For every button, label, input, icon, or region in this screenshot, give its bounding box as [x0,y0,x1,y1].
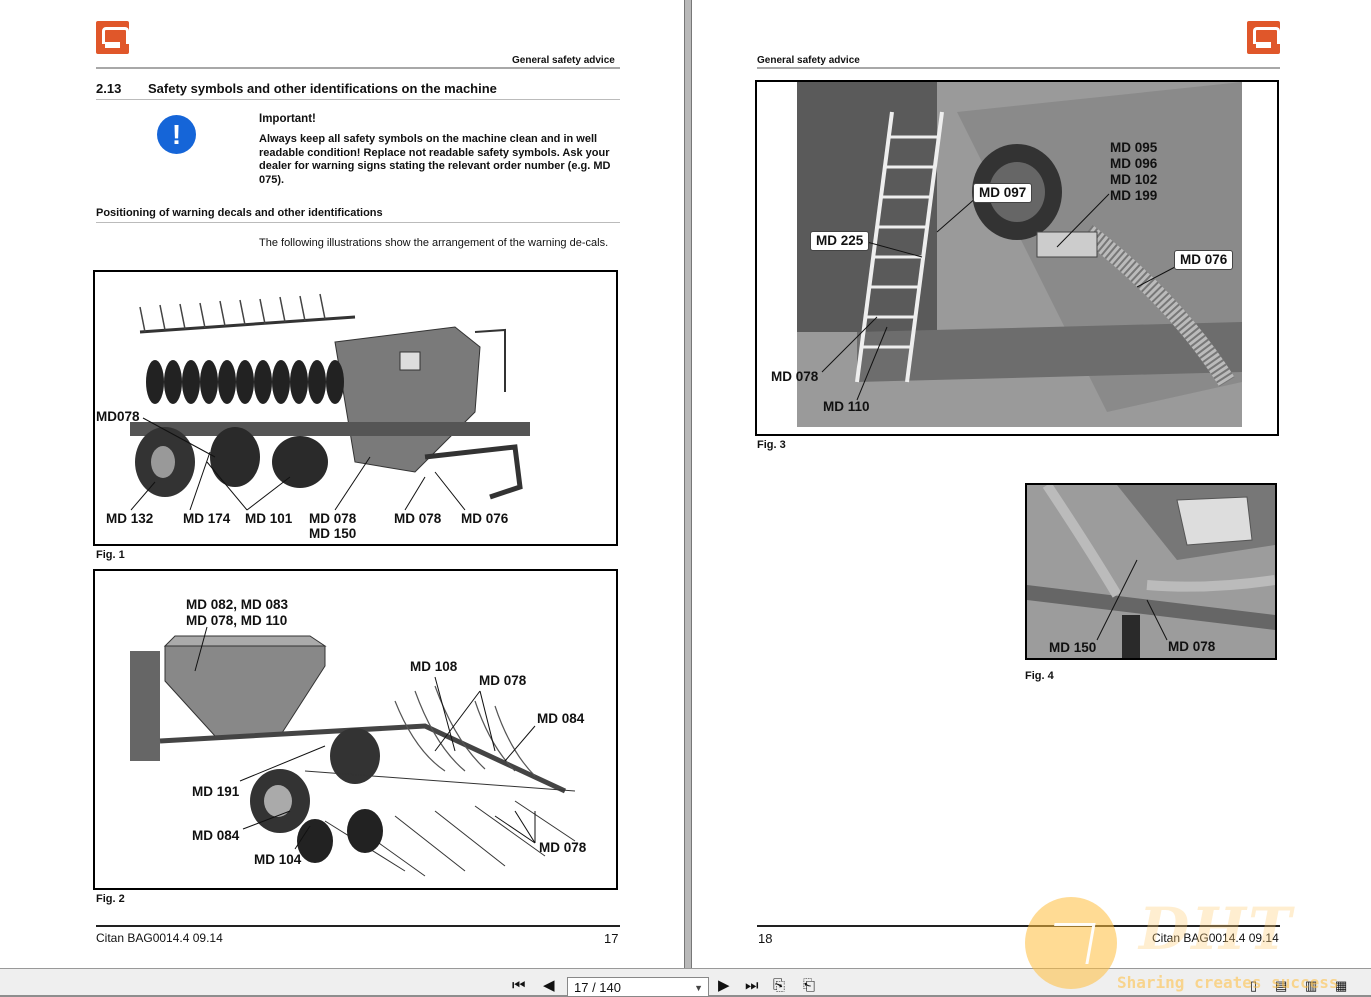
fig1-label-md150: MD 150 [309,526,356,542]
next-page-icon[interactable]: ▶ [718,977,730,995]
fig3-label-md110: MD 110 [823,399,870,415]
fig1-label-md078-b: MD 078 [309,511,356,527]
footer-rule [757,925,1280,927]
fig3-label-md095: MD 095 [1110,140,1157,156]
back-view-icon[interactable]: ⎘ [773,977,785,995]
fig2-label-md082-083: MD 082, MD 083 [186,597,288,613]
continuous-view-icon[interactable]: ▤ [1275,977,1287,995]
intro-text: The following illustrations show the arr… [259,236,609,250]
fig4-label-md150: MD 150 [1049,640,1096,656]
fig2-label-md078: MD 078 [479,673,526,689]
fig2-caption: Fig. 2 [96,893,125,905]
document-viewer: General safety advice 2.13 Safety symbol… [0,0,1371,968]
fig3-label-md225: MD 225 [810,231,869,251]
page-indicator: 17 / 140 [574,980,621,995]
fig1-caption: Fig. 1 [96,549,125,561]
brand-logo-icon [1247,21,1280,54]
header-rule [96,67,620,69]
fig2-label-md078-110: MD 078, MD 110 [186,613,287,629]
footer-rule [96,925,620,927]
fig2-label-md078-b: MD 078 [539,840,586,856]
page-splitter [684,0,692,968]
important-text: Always keep all safety symbols on the ma… [259,133,619,187]
two-page-continuous-icon[interactable]: ▦ [1335,977,1347,995]
first-page-icon[interactable]: ⏮ [512,977,526,995]
fig1-label-md132: MD 132 [106,511,153,527]
seed-drill-hose-photo [1027,485,1275,658]
viewer-toolbar: ⏮ ◀ 17 / 140 ▼ ▶ ⏭ ⎘ ⎗ ▯ ▤ ▥ ▦ [0,968,1371,995]
page-18: General safety advice [692,0,1371,968]
fig1-label-md078-c: MD 078 [394,511,441,527]
exclamation-info-icon: ! [157,115,196,154]
fig3-caption: Fig. 3 [757,439,786,451]
footer-doc-id: Citan BAG0014.4 09.14 [96,931,223,945]
section-number: 2.13 [96,81,121,96]
fig2-label-md084: MD 084 [537,711,584,727]
page-17: General safety advice 2.13 Safety symbol… [0,0,684,968]
figure-1: MD078 MD 132 MD 174 MD 101 MD 078 MD 150… [93,270,618,546]
fig3-label-md199: MD 199 [1110,188,1157,204]
seed-drill-side-illustration [95,272,616,544]
previous-page-icon[interactable]: ◀ [543,977,555,995]
page-number: 18 [758,931,772,946]
brand-logo-icon [96,21,129,54]
figure-4: MD 150 MD 078 [1025,483,1277,660]
subheading-rule [96,222,620,223]
fig2-label-md191: MD 191 [192,784,239,800]
subheading: Positioning of warning decals and other … [96,207,383,219]
two-page-view-icon[interactable]: ▥ [1305,977,1317,995]
fig1-label-md101: MD 101 [245,511,292,527]
seed-drill-rear-illustration [95,571,616,888]
page-number: 17 [604,931,618,946]
page-header: General safety advice [757,55,860,66]
fig1-label-md076: MD 076 [461,511,508,527]
chevron-down-icon[interactable]: ▼ [694,983,703,993]
fig3-label-md102: MD 102 [1110,172,1157,188]
forward-view-icon[interactable]: ⎗ [803,977,815,995]
last-page-icon[interactable]: ⏭ [745,977,759,995]
section-rule [96,99,620,100]
fig2-label-md108: MD 108 [410,659,457,675]
page-selector[interactable]: 17 / 140 ▼ [567,977,709,997]
fig3-label-md097: MD 097 [973,183,1032,203]
fig3-label-md078: MD 078 [771,369,818,385]
single-page-view-icon[interactable]: ▯ [1250,977,1257,995]
header-rule [757,67,1280,69]
footer-doc-id: Citan BAG0014.4 09.14 [1152,931,1279,945]
fig1-label-md078: MD078 [96,409,140,425]
important-heading: Important! [259,113,316,125]
fig4-label-md078: MD 078 [1168,639,1215,655]
figure-2: MD 082, MD 083 MD 078, MD 110 MD 108 MD … [93,569,618,890]
fig2-label-md104: MD 104 [254,852,301,868]
fig2-label-md084-b: MD 084 [192,828,239,844]
section-title: Safety symbols and other identifications… [148,81,497,96]
page-header: General safety advice [512,55,615,66]
fig3-label-md076: MD 076 [1174,250,1233,270]
figure-3: MD 095 MD 096 MD 102 MD 199 MD 097 MD 22… [755,80,1279,436]
fig3-label-md096: MD 096 [1110,156,1157,172]
fig4-caption: Fig. 4 [1025,670,1054,682]
fig1-label-md174: MD 174 [183,511,230,527]
